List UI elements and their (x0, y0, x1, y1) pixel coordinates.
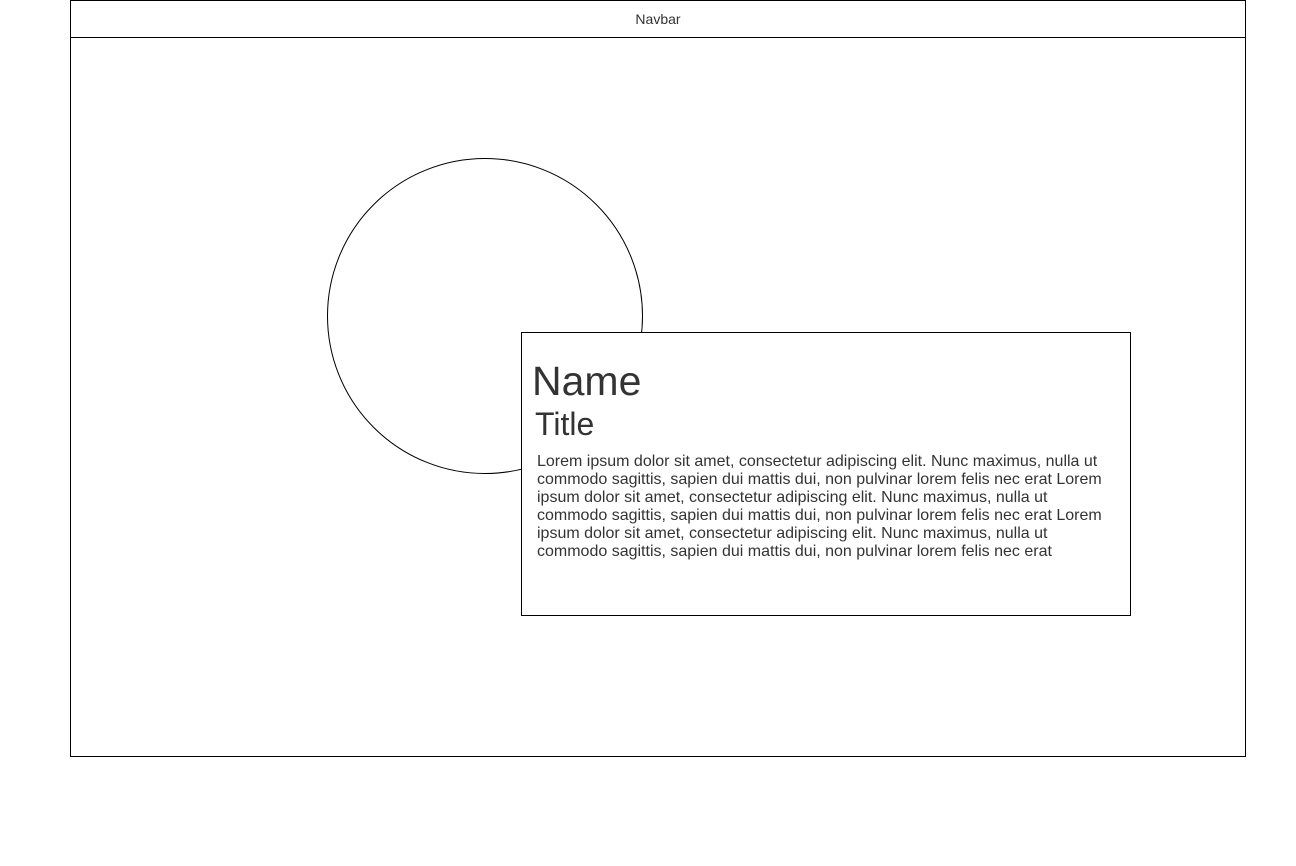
navbar: Navbar (71, 1, 1245, 38)
profile-card: Name Title Lorem ipsum dolor sit amet, c… (521, 332, 1131, 616)
page-frame: Navbar Name Title Lorem ipsum dolor sit … (70, 0, 1246, 757)
profile-name: Name (532, 358, 642, 404)
navbar-label[interactable]: Navbar (635, 11, 680, 27)
profile-bio: Lorem ipsum dolor sit amet, consectetur … (537, 453, 1102, 560)
profile-title: Title (535, 406, 595, 442)
